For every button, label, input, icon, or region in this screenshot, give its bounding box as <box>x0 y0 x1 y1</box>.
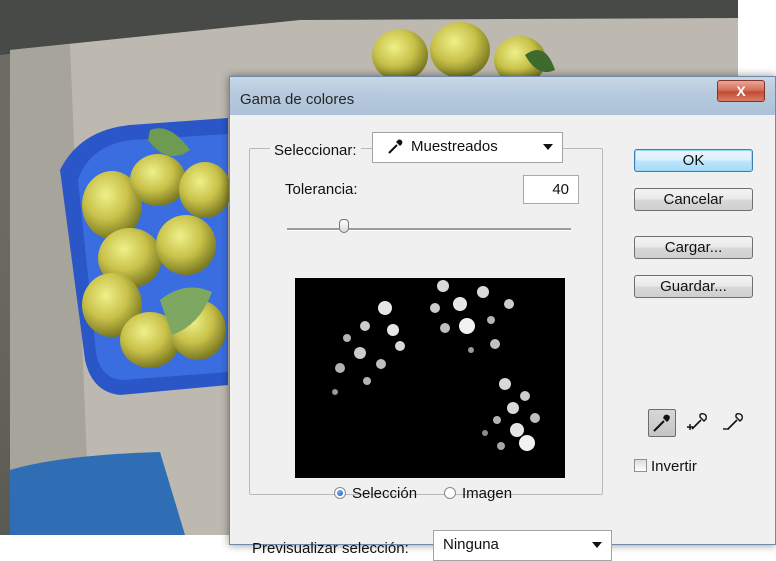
title-bar[interactable]: Gama de colores X <box>230 77 775 115</box>
tolerancia-label: Tolerancia: <box>285 181 358 198</box>
chevron-down-icon <box>592 542 602 548</box>
invertir-label: Invertir <box>651 458 697 475</box>
dialog-title: Gama de colores <box>240 91 355 108</box>
selection-preview[interactable] <box>295 278 565 478</box>
chevron-down-icon <box>543 144 553 150</box>
tolerancia-slider-thumb[interactable] <box>338 219 349 233</box>
save-button[interactable]: Guardar... <box>634 275 753 298</box>
previsualizar-label: Previsualizar selección: <box>252 540 409 557</box>
radio-imagen[interactable]: Imagen <box>444 485 512 502</box>
close-button[interactable]: X <box>717 80 765 102</box>
radio-imagen-button[interactable] <box>444 487 456 499</box>
tolerancia-input[interactable]: 40 <box>523 175 579 204</box>
eyedropper-plus-icon[interactable] <box>684 409 712 437</box>
eyedropper-icon <box>386 138 404 160</box>
tolerancia-slider-track[interactable] <box>287 228 571 231</box>
radio-seleccion-button[interactable] <box>334 487 346 499</box>
preview-mask-image <box>332 280 540 451</box>
invertir-checkbox[interactable]: Invertir <box>634 458 697 475</box>
radio-seleccion[interactable]: Selección <box>334 485 417 502</box>
eyedropper-minus-icon[interactable] <box>720 409 748 437</box>
invertir-checkbox-box[interactable] <box>634 459 647 472</box>
eyedropper-tools <box>646 409 756 437</box>
radio-imagen-label: Imagen <box>462 485 513 502</box>
load-button[interactable]: Cargar... <box>634 236 753 259</box>
seleccionar-label: Seleccionar: <box>270 142 361 159</box>
seleccionar-dropdown[interactable]: Muestreados <box>372 132 563 163</box>
seleccionar-value: Muestreados <box>411 138 498 155</box>
color-range-dialog: Gama de colores X Seleccionar: Muestread… <box>229 76 776 561</box>
ok-button[interactable]: OK <box>634 149 753 172</box>
dialog-content: Seleccionar: Muestreados Tolerancia: 40 <box>236 115 769 561</box>
previsualizar-dropdown[interactable]: Ninguna <box>433 530 612 561</box>
radio-seleccion-label: Selección <box>352 485 418 502</box>
eyedropper-icon[interactable] <box>648 409 676 437</box>
cancel-button[interactable]: Cancelar <box>634 188 753 211</box>
